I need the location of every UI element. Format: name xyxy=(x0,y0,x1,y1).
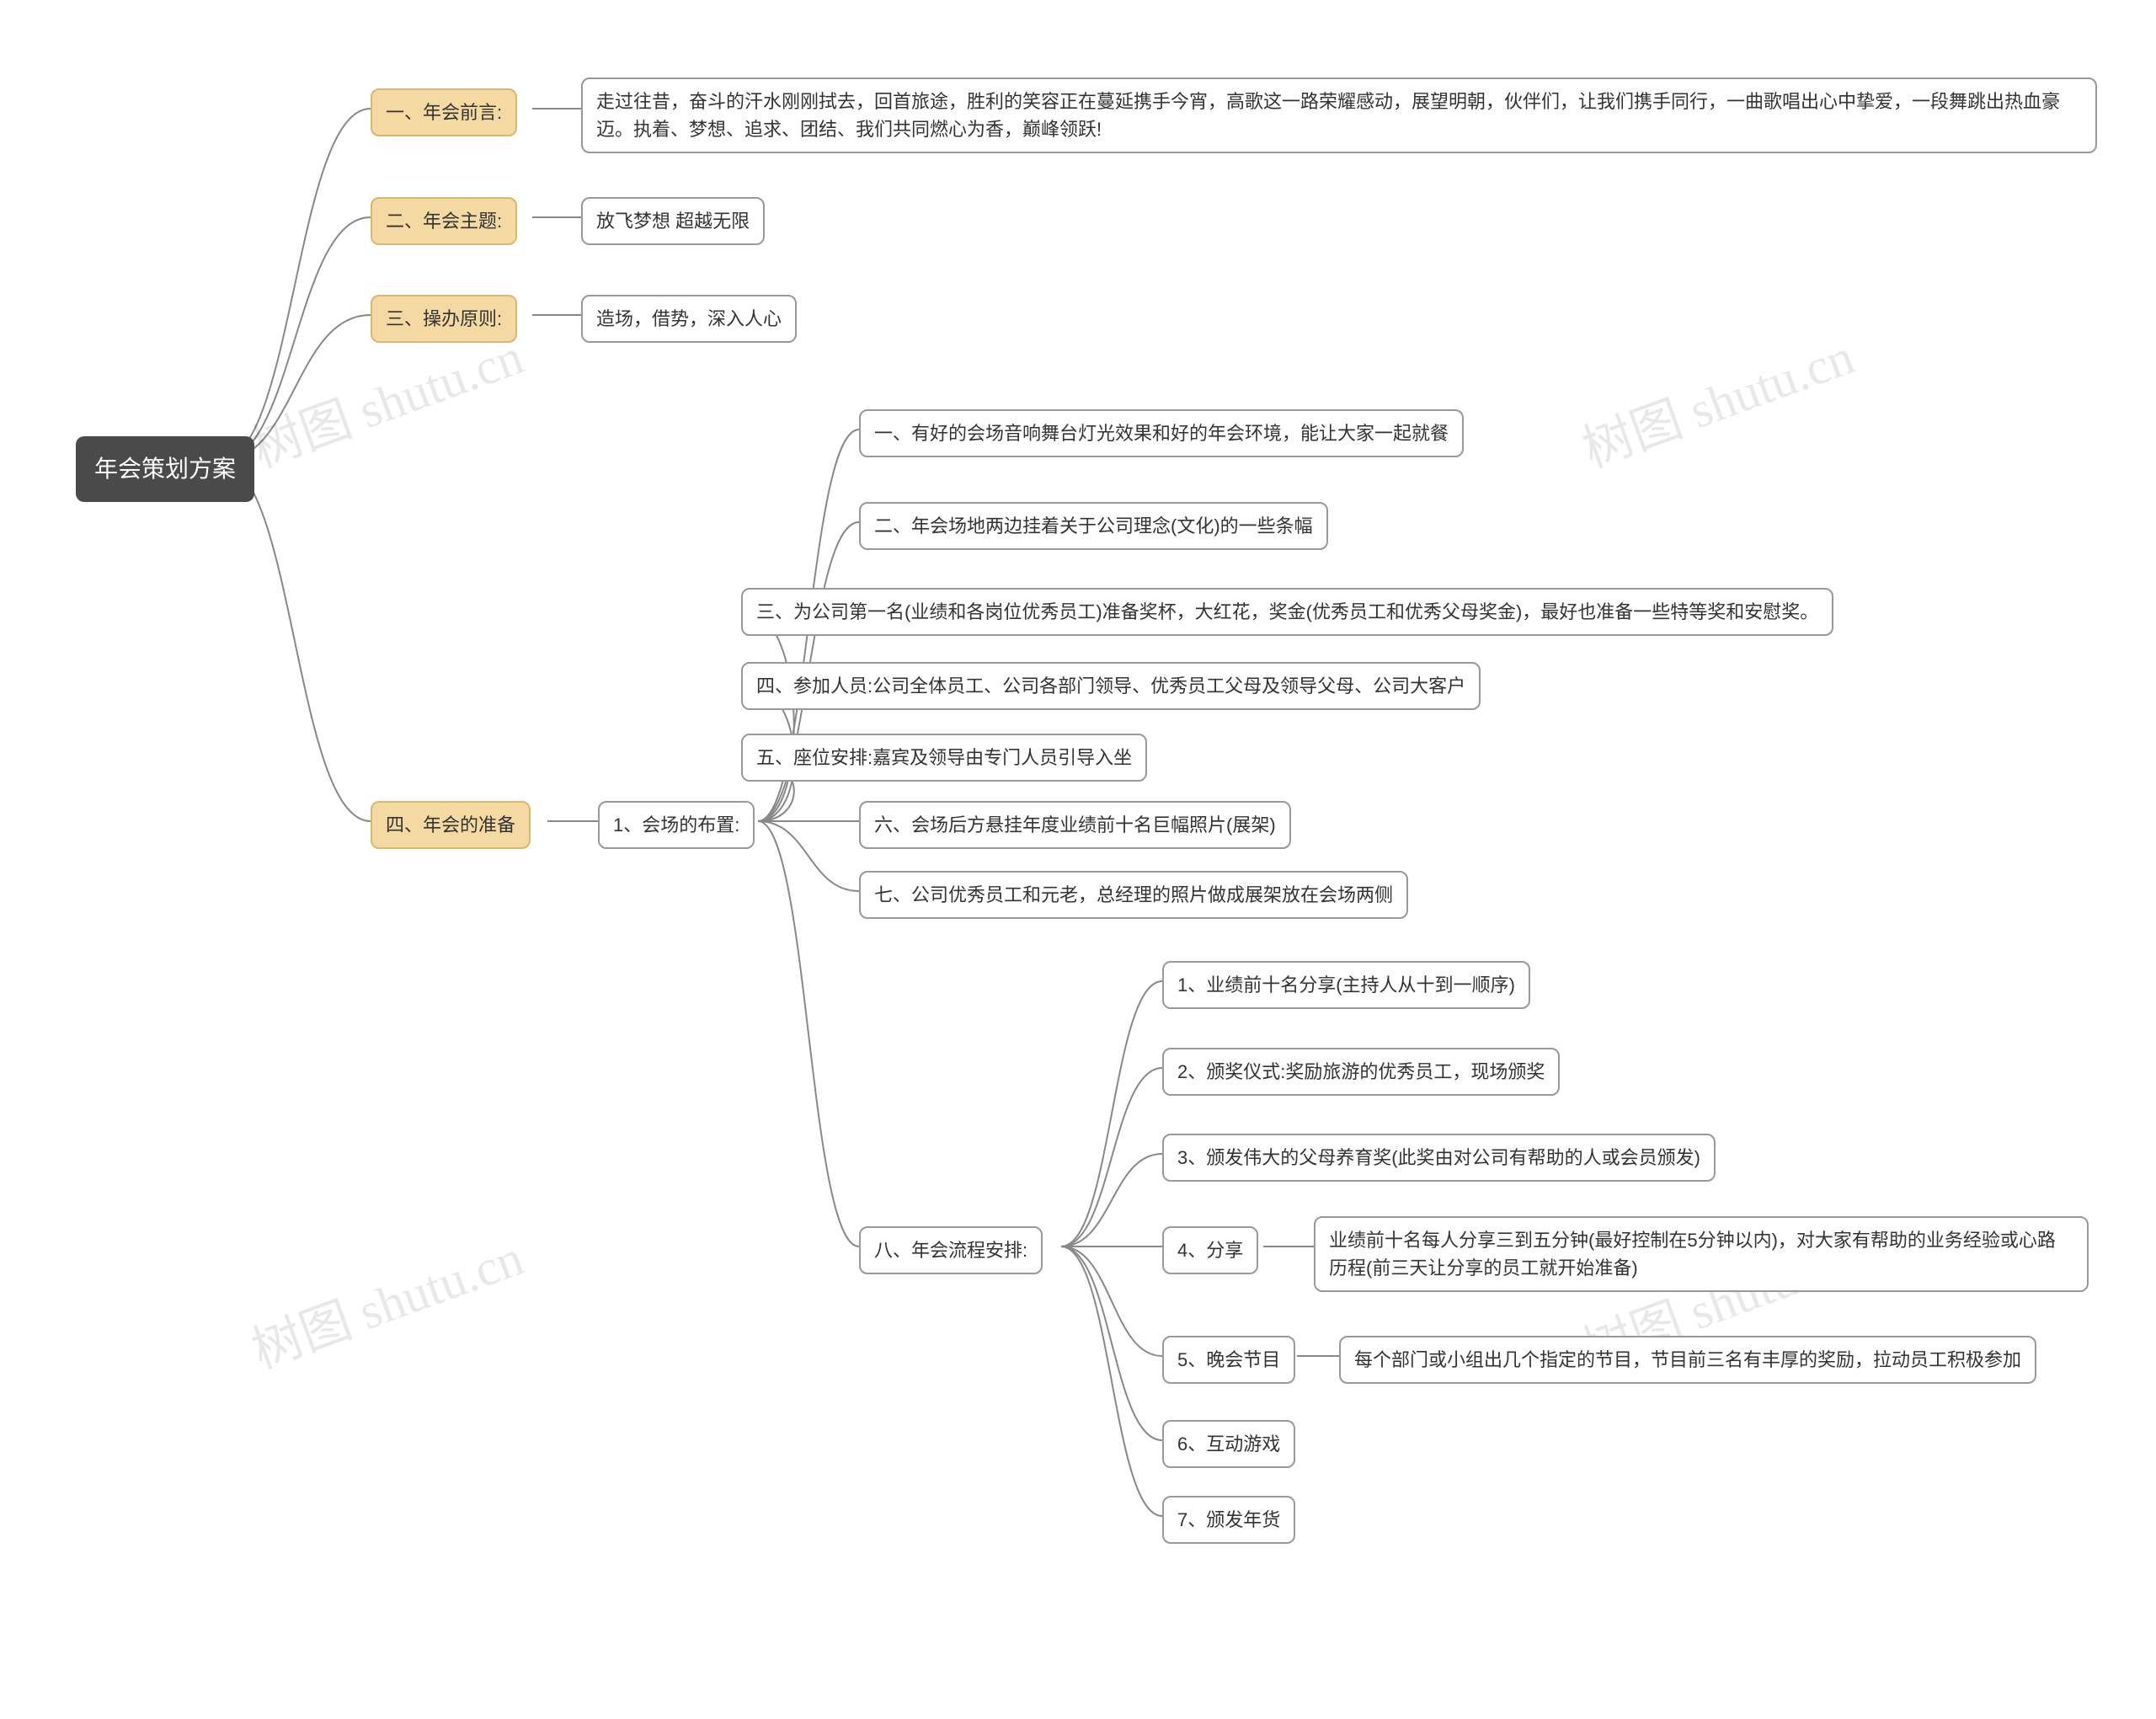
item-2: 二、年会场地两边挂着关于公司理念(文化)的一些条幅 xyxy=(859,502,1328,550)
branch-1-content: 走过往昔，奋斗的汗水刚刚拭去，回首旅途，胜利的笑容正在蔓延携手今宵，高歌这一路荣… xyxy=(581,77,2097,153)
step-7: 7、颁发年货 xyxy=(1162,1496,1295,1544)
branch-2-content: 放飞梦想 超越无限 xyxy=(581,197,765,245)
branch-4-sub-label[interactable]: 1、会场的布置: xyxy=(598,801,755,849)
watermark: 树图 shutu.cn xyxy=(1571,316,1862,482)
step-2: 2、颁奖仪式:奖励旅游的优秀员工，现场颁奖 xyxy=(1162,1048,1560,1096)
step-1: 1、业绩前十名分享(主持人从十到一顺序) xyxy=(1162,961,1530,1009)
root-node[interactable]: 年会策划方案 xyxy=(76,436,254,502)
branch-3-label[interactable]: 三、操办原则: xyxy=(371,295,517,343)
step-3: 3、颁发伟大的父母养育奖(此奖由对公司有帮助的人或会员颁发) xyxy=(1162,1134,1716,1182)
step-5-content: 每个部门或小组出几个指定的节目，节目前三名有丰厚的奖励，拉动员工积极参加 xyxy=(1339,1336,2036,1384)
step-4-label[interactable]: 4、分享 xyxy=(1162,1226,1258,1274)
branch-1-label[interactable]: 一、年会前言: xyxy=(371,88,517,136)
item-5: 五、座位安排:嘉宾及领导由专门人员引导入坐 xyxy=(741,734,1147,782)
watermark: 树图 shutu.cn xyxy=(240,1217,531,1383)
branch-3-content: 造场，借势，深入人心 xyxy=(581,295,797,343)
item-6: 六、会场后方悬挂年度业绩前十名巨幅照片(展架) xyxy=(859,801,1291,849)
branch-4-label[interactable]: 四、年会的准备 xyxy=(371,801,531,849)
item-8-label[interactable]: 八、年会流程安排: xyxy=(859,1226,1043,1274)
step-4-content: 业绩前十名每人分享三到五分钟(最好控制在5分钟以内)，对大家有帮助的业务经验或心… xyxy=(1314,1216,2089,1292)
step-5-label[interactable]: 5、晚会节目 xyxy=(1162,1336,1295,1384)
item-1: 一、有好的会场音响舞台灯光效果和好的年会环境，能让大家一起就餐 xyxy=(859,409,1464,457)
item-7: 七、公司优秀员工和元老，总经理的照片做成展架放在会场两侧 xyxy=(859,871,1408,919)
step-6: 6、互动游戏 xyxy=(1162,1420,1295,1468)
item-3: 三、为公司第一名(业绩和各岗位优秀员工)准备奖杯，大红花，奖金(优秀员工和优秀父… xyxy=(741,588,1833,636)
branch-2-label[interactable]: 二、年会主题: xyxy=(371,197,517,245)
item-4: 四、参加人员:公司全体员工、公司各部门领导、优秀员工父母及领导父母、公司大客户 xyxy=(741,662,1481,710)
connector-lines xyxy=(0,0,2156,1719)
